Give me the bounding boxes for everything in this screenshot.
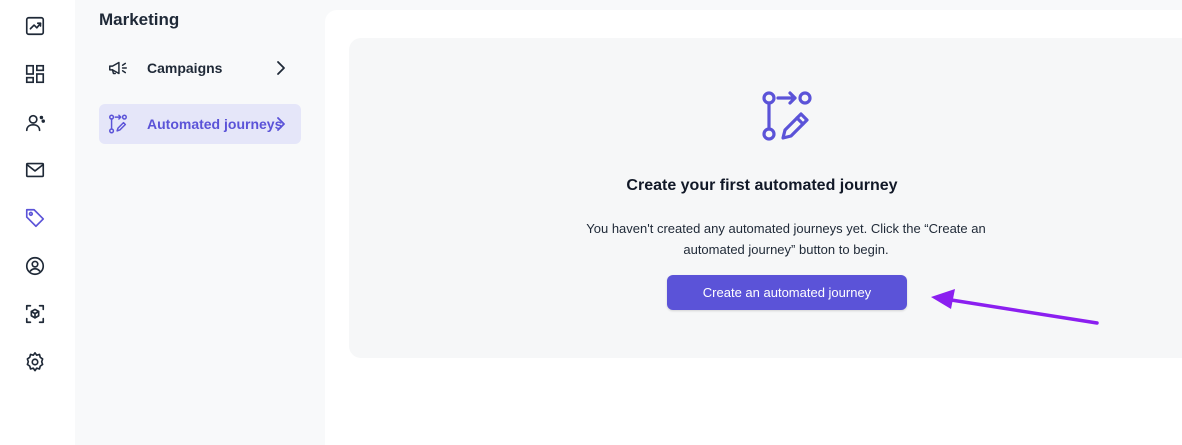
main-area: Create your first automated journey You …	[325, 0, 1182, 445]
nav-label-campaigns: Campaigns	[147, 60, 223, 76]
chevron-right-icon	[277, 61, 285, 75]
user-circle-icon[interactable]	[23, 254, 47, 278]
nav-label-automated-journeys: Automated journeys	[147, 116, 283, 132]
icon-rail	[0, 0, 70, 445]
journey-edit-icon	[762, 91, 812, 141]
contacts-icon[interactable]	[23, 111, 47, 135]
trend-chart-icon[interactable]	[23, 14, 47, 38]
settings-gear-icon[interactable]	[23, 350, 47, 374]
empty-state-title: Create your first automated journey	[626, 177, 898, 194]
megaphone-icon	[109, 61, 127, 75]
nav-item-campaigns[interactable]: Campaigns	[99, 48, 301, 88]
subnav-title: Marketing	[99, 10, 180, 29]
cube-scan-icon[interactable]	[23, 302, 47, 326]
nav-item-automated-journeys[interactable]: Automated journeys	[99, 104, 301, 144]
marketing-subnav: Marketing Campaigns Automated journeys	[75, 0, 325, 445]
mail-icon[interactable]	[23, 158, 47, 182]
journey-flow-icon	[109, 114, 127, 134]
create-automated-journey-button[interactable]: Create an automated journey	[667, 275, 907, 310]
empty-state-description: You haven't created any automated journe…	[586, 221, 986, 257]
app-window: Marketing Campaigns Automated journeys C…	[0, 0, 1182, 445]
dashboard-grid-icon[interactable]	[23, 62, 47, 86]
chevron-right-icon	[277, 117, 285, 131]
tag-icon[interactable]	[23, 206, 47, 230]
empty-state-card: Create your first automated journey You …	[349, 38, 1182, 358]
main-panel: Create your first automated journey You …	[325, 10, 1182, 445]
